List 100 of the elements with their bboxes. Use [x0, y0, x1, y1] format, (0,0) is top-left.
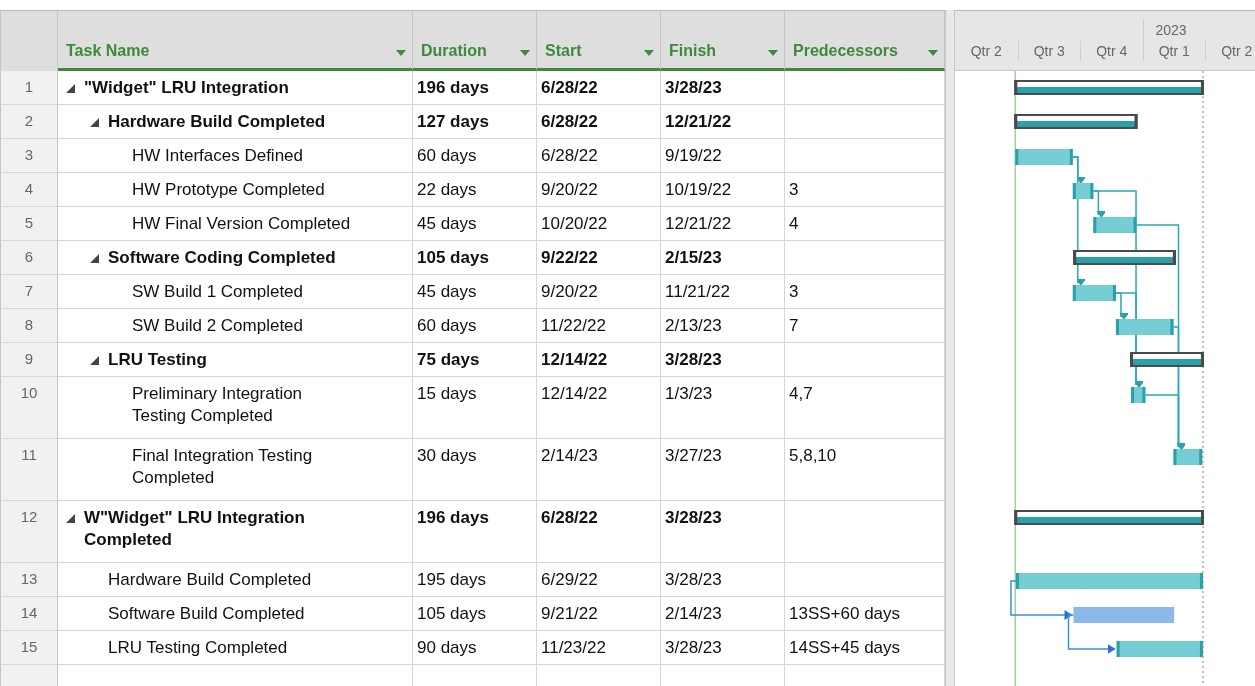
finish-cell: 10/19/22: [661, 173, 785, 207]
task-bar[interactable]: [1131, 387, 1146, 403]
row-number[interactable]: 1: [0, 71, 58, 105]
dropdown-caret-icon[interactable]: [396, 50, 406, 56]
task-bar[interactable]: [1015, 573, 1203, 589]
duration-cell: 60 days: [413, 139, 537, 173]
row-number[interactable]: 4: [0, 173, 58, 207]
row-number[interactable]: 7: [0, 275, 58, 309]
start-cell: 12/14/22: [537, 377, 661, 439]
duration-cell: 105 days: [413, 597, 537, 631]
quarter-label: Qtr 1: [1142, 41, 1205, 61]
finish-cell: 12/21/22: [661, 105, 785, 139]
duration-cell: 15 days: [413, 377, 537, 439]
finish-cell: 1/3/23: [661, 377, 785, 439]
start-cell: 12/14/22: [537, 343, 661, 377]
task-name: Software Coding Completed: [108, 247, 336, 269]
task-name: SW Build 2 Completed: [132, 315, 304, 337]
start-cell: 2/14/23: [537, 439, 661, 501]
start-cell: 6/28/22: [537, 105, 661, 139]
dropdown-caret-icon[interactable]: [928, 50, 938, 56]
quarter-label: Qtr 3: [1017, 41, 1080, 61]
duration-cell: 45 days: [413, 275, 537, 309]
header-corner: [0, 11, 58, 71]
summary-bar[interactable]: [1014, 510, 1204, 525]
row-number[interactable]: 12: [0, 501, 58, 563]
finish-cell: 2/13/23: [661, 309, 785, 343]
duration-cell: 127 days: [413, 105, 537, 139]
quarter-label: Qtr 4: [1080, 41, 1143, 61]
row-number[interactable]: 13: [0, 563, 58, 597]
year-label: 2023: [1142, 19, 1205, 41]
row-number[interactable]: 2: [0, 105, 58, 139]
duration-cell: 196 days: [413, 501, 537, 563]
task-name: Hardware Build Completed: [108, 569, 312, 591]
duration-cell: 60 days: [413, 309, 537, 343]
row-number[interactable]: 10: [0, 377, 58, 439]
task-name: HW Interfaces Defined: [132, 145, 303, 167]
task-bar[interactable]: [1173, 449, 1203, 465]
start-cell: 9/22/22: [537, 241, 661, 275]
finish-cell: 9/19/22: [661, 139, 785, 173]
duration-cell: 75 days: [413, 343, 537, 377]
column-header[interactable]: Duration: [413, 11, 537, 71]
start-cell: 9/20/22: [537, 275, 661, 309]
collapse-triangle-icon[interactable]: [90, 355, 99, 365]
task-name: Hardware Build Completed: [108, 111, 326, 133]
start-cell: 6/28/22: [537, 501, 661, 563]
row-number[interactable]: 11: [0, 439, 58, 501]
start-cell: 6/28/22: [537, 71, 661, 105]
duration-cell: 22 days: [413, 173, 537, 207]
finish-cell: 2/14/23: [661, 597, 785, 631]
row-number[interactable]: 14: [0, 597, 58, 631]
column-header[interactable]: Task Name: [58, 11, 413, 71]
dependency-arrow: [1067, 614, 1116, 654]
row-number[interactable]: 9: [0, 343, 58, 377]
duration-cell: 30 days: [413, 439, 537, 501]
task-name: Final Integration Testing Completed: [132, 445, 313, 489]
finish-cell: 3/28/23: [661, 343, 785, 377]
start-cell: 11/22/22: [537, 309, 661, 343]
task-name: W"Widget" LRU Integration Completed: [84, 507, 305, 551]
task-name: "Widget" LRU Integration: [84, 77, 289, 99]
row-number[interactable]: 6: [0, 241, 58, 275]
finish-cell: 12/21/22: [661, 207, 785, 241]
task-name: Software Build Completed: [108, 603, 305, 625]
start-cell: 9/21/22: [537, 597, 661, 631]
collapse-triangle-icon[interactable]: [90, 253, 99, 263]
row-number[interactable]: 8: [0, 309, 58, 343]
dropdown-caret-icon[interactable]: [768, 50, 778, 56]
dropdown-caret-icon[interactable]: [520, 50, 530, 56]
task-bar[interactable]: [1072, 285, 1116, 301]
collapse-triangle-icon[interactable]: [90, 117, 99, 127]
column-header[interactable]: Predecessors: [785, 11, 945, 71]
collapse-triangle-icon[interactable]: [66, 513, 75, 523]
task-bar[interactable]: [1093, 217, 1137, 233]
finish-cell: 2/15/23: [661, 241, 785, 275]
collapse-triangle-icon[interactable]: [66, 83, 75, 93]
task-bar[interactable]: [1015, 149, 1073, 165]
task-bar[interactable]: [1115, 319, 1174, 335]
finish-cell: 3/28/23: [661, 501, 785, 563]
duration-cell: 196 days: [413, 71, 537, 105]
finish-cell: 3/28/23: [661, 563, 785, 597]
task-name: LRU Testing: [108, 349, 207, 371]
summary-bar[interactable]: [1073, 250, 1176, 265]
column-header[interactable]: Start: [537, 11, 661, 71]
column-header[interactable]: Finish: [661, 11, 785, 71]
start-cell: 6/29/22: [537, 563, 661, 597]
start-cell: 9/20/22: [537, 173, 661, 207]
task-bar[interactable]: [1116, 641, 1203, 657]
row-number[interactable]: 15: [0, 631, 58, 665]
task-name: HW Final Version Completed: [132, 213, 351, 235]
finish-cell: 3/27/23: [661, 439, 785, 501]
finish-cell: 3/28/23: [661, 71, 785, 105]
task-name: HW Prototype Completed: [132, 179, 325, 201]
row-number[interactable]: 3: [0, 139, 58, 173]
summary-bar[interactable]: [1014, 114, 1138, 129]
task-bar[interactable]: [1072, 183, 1094, 199]
dropdown-caret-icon[interactable]: [644, 50, 654, 56]
start-cell: 10/20/22: [537, 207, 661, 241]
summary-bar[interactable]: [1014, 80, 1204, 95]
quarter-label: Qtr 2: [1205, 41, 1255, 61]
row-number[interactable]: 5: [0, 207, 58, 241]
summary-bar[interactable]: [1130, 352, 1204, 367]
